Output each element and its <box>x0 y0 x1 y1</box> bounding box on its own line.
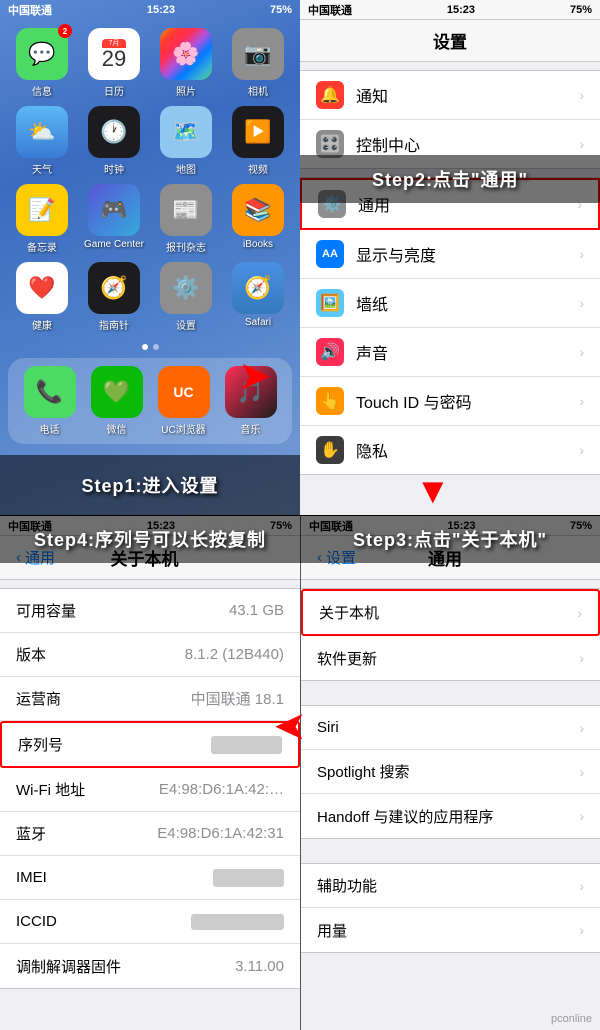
main-container: 中国联通 15:23 75% 💬2 信息 7月29 日历 🌸 照片 📷 <box>0 0 600 1030</box>
app-messages[interactable]: 💬2 信息 <box>10 28 74 98</box>
general-settings-screen: 中国联通 15:23 75% ‹ 设置 通用 关于本机 › 软件更新 › Sir… <box>300 515 600 1030</box>
home-screen: 中国联通 15:23 75% 💬2 信息 7月29 日历 🌸 照片 📷 <box>0 0 300 515</box>
app-ibooks[interactable]: 📚 iBooks <box>226 184 290 254</box>
general-list2: Siri › Spotlight 搜索 › Handoff 与建议的应用程序 › <box>301 705 600 839</box>
settings-screen: 中国联通 15:23 75% 设置 🔔 通知 › 🎛️ 控制中心 › Step2… <box>300 0 600 515</box>
app-videos[interactable]: ▶️ 视频 <box>226 106 290 176</box>
info-imei: IMEI <box>0 856 300 900</box>
app-gamecenter[interactable]: 🎮 Game Center <box>82 184 146 254</box>
dock-phone[interactable]: 📞 电话 <box>24 366 76 436</box>
app-photos[interactable]: 🌸 照片 <box>154 28 218 98</box>
arrow-to-general: ▼ <box>415 470 451 512</box>
app-safari[interactable]: 🧭 Safari <box>226 262 290 332</box>
settings-item-touchid[interactable]: 👆 Touch ID 与密码 › <box>300 377 600 426</box>
status-bar-q2: 中国联通 15:23 75% <box>300 0 600 20</box>
settings-item-notifications[interactable]: 🔔 通知 › <box>300 71 600 120</box>
dock-uc[interactable]: UC UC浏览器 <box>158 366 210 436</box>
app-camera[interactable]: 📷 相机 <box>226 28 290 98</box>
carrier-q1: 中国联通 <box>8 2 52 18</box>
app-health[interactable]: ❤️ 健康 <box>10 262 74 332</box>
status-bar-q1: 中国联通 15:23 75% <box>0 0 300 20</box>
about-info-list: 可用容量 43.1 GB 版本 8.1.2 (12B440) 运营商 中国联通 … <box>0 588 300 989</box>
arrow-to-serial: ➤ <box>275 705 305 747</box>
general-item-about[interactable]: 关于本机 › <box>301 589 600 636</box>
battery-q1: 75% <box>270 4 292 16</box>
app-grid: 💬2 信息 7月29 日历 🌸 照片 📷 相机 ⛅ 天气 <box>0 20 300 340</box>
settings-item-display[interactable]: AA 显示与亮度 › <box>300 230 600 279</box>
app-compass[interactable]: 🧭 指南针 <box>82 262 146 332</box>
app-newsstand[interactable]: 📰 报刊杂志 <box>154 184 218 254</box>
general-list3: 辅助功能 › 用量 › <box>301 863 600 953</box>
app-weather[interactable]: ⛅ 天气 <box>10 106 74 176</box>
time-q1: 15:23 <box>147 4 175 16</box>
step1-overlay: Step1:进入设置 <box>0 455 300 515</box>
settings-header: 设置 <box>300 20 600 62</box>
app-clock[interactable]: 🕐 时钟 <box>82 106 146 176</box>
info-iccid: ICCID <box>0 900 300 944</box>
carrier-q2: 中国联通 <box>308 2 352 18</box>
step3-label: Step3:点击"关于本机" <box>353 526 547 552</box>
info-wifi: Wi-Fi 地址 E4:98:D6:1A:42:… <box>0 768 300 812</box>
general-item-update[interactable]: 软件更新 › <box>301 636 600 680</box>
watermark: pconline <box>551 1013 592 1025</box>
time-q2: 15:23 <box>447 4 475 16</box>
info-version: 版本 8.1.2 (12B440) <box>0 633 300 677</box>
settings-group2: ⚙️ 通用 › AA 显示与亮度 › 🖼️ 墙纸 › 🔊 声音 › 👆 T <box>300 177 600 475</box>
battery-q2: 75% <box>570 4 592 16</box>
info-carrier: 运营商 中国联通 18.1 <box>0 677 300 721</box>
about-screen: 中国联通 15:23 75% ‹ 通用 关于本机 可用容量 43.1 GB 版本… <box>0 515 300 1030</box>
info-serial[interactable]: 序列号 <box>0 721 300 768</box>
settings-item-sounds[interactable]: 🔊 声音 › <box>300 328 600 377</box>
general-item-siri[interactable]: Siri › <box>301 706 600 750</box>
general-item-spotlight[interactable]: Spotlight 搜索 › <box>301 750 600 794</box>
settings-title: 设置 <box>433 33 467 52</box>
info-modem: 调制解调器固件 3.11.00 <box>0 944 300 988</box>
settings-item-wallpaper[interactable]: 🖼️ 墙纸 › <box>300 279 600 328</box>
app-calendar[interactable]: 7月29 日历 <box>82 28 146 98</box>
step4-banner: Step4:序列号可以长按复制 <box>0 515 300 563</box>
general-item-accessibility[interactable]: 辅助功能 › <box>301 864 600 908</box>
app-notes[interactable]: 📝 备忘录 <box>10 184 74 254</box>
dock-wechat[interactable]: 💚 微信 <box>91 366 143 436</box>
general-item-usage[interactable]: 用量 › <box>301 908 600 952</box>
general-list: 关于本机 › 软件更新 › <box>301 588 600 681</box>
settings-item-privacy[interactable]: ✋ 隐私 › <box>300 426 600 474</box>
general-item-handoff[interactable]: Handoff 与建议的应用程序 › <box>301 794 600 838</box>
app-settings[interactable]: ⚙️ 设置 <box>154 262 218 332</box>
page-dots <box>0 340 300 354</box>
app-maps[interactable]: 🗺️ 地图 <box>154 106 218 176</box>
step3-banner: Step3:点击"关于本机" <box>300 515 600 563</box>
info-capacity: 可用容量 43.1 GB <box>0 589 300 633</box>
step1-label: Step1:进入设置 <box>81 472 218 498</box>
step4-label: Step4:序列号可以长按复制 <box>34 526 266 552</box>
step2-banner: Step2:点击"通用" <box>300 155 600 203</box>
step2-label: Step2:点击"通用" <box>372 166 528 192</box>
arrow-to-settings: ➤ <box>240 355 270 397</box>
info-bluetooth: 蓝牙 E4:98:D6:1A:42:31 <box>0 812 300 856</box>
